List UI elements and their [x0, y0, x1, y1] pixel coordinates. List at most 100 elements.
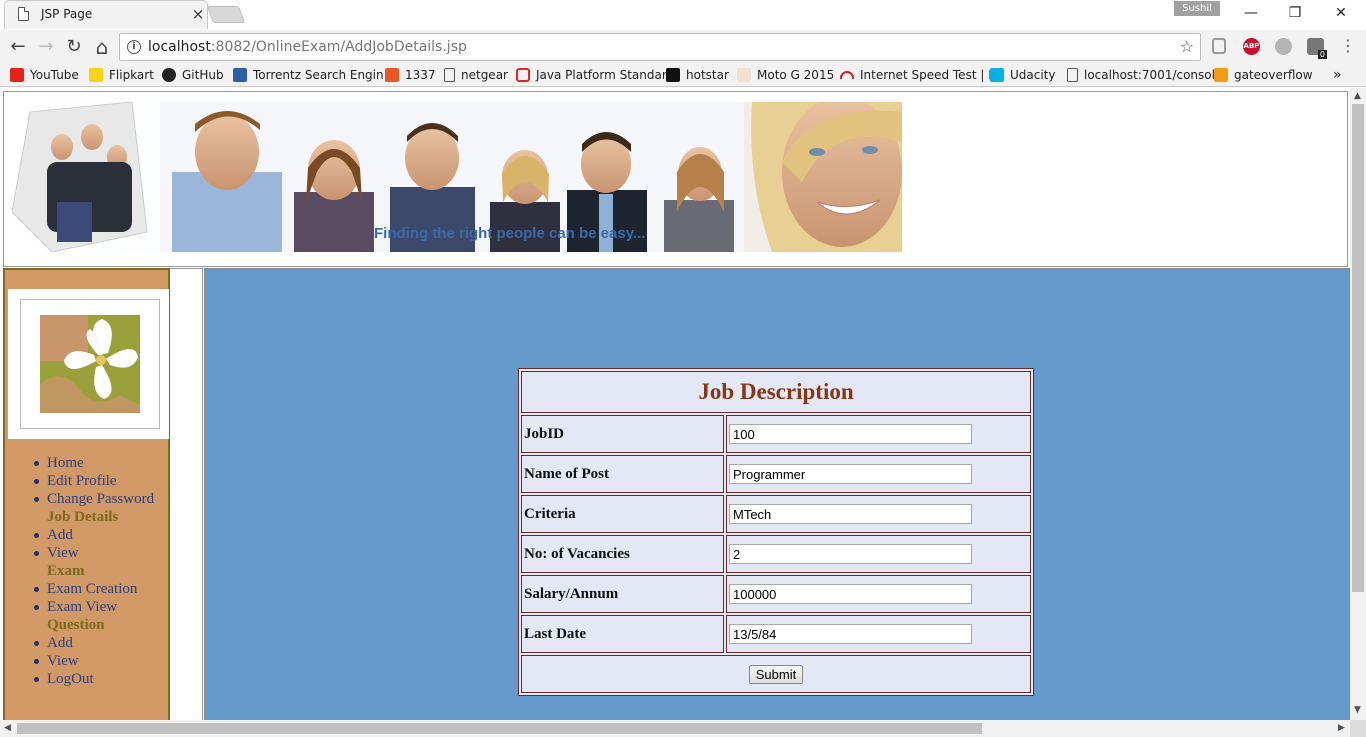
vertical-scroll-thumb[interactable] [1352, 104, 1364, 592]
sidebar-item-exam-view[interactable]: Exam View [33, 598, 154, 616]
flower-logo [40, 315, 140, 413]
bookmark-moto[interactable]: Moto G 2015 [737, 63, 834, 86]
field-label: No: of Vacancies [521, 535, 724, 573]
post-name-input[interactable] [729, 464, 972, 484]
field-label: Last Date [521, 615, 724, 653]
bookmark-1337[interactable]: 1337 [385, 63, 436, 86]
gateoverflow-icon [1214, 67, 1228, 82]
scroll-up-icon[interactable]: ▲ [1354, 91, 1361, 101]
xda-icon [737, 67, 751, 82]
torrentz-icon [233, 67, 247, 82]
jobid-input[interactable] [729, 424, 972, 444]
bookmark-label: Java Platform Standar [536, 67, 667, 82]
page-icon [1067, 67, 1078, 82]
speedometer-icon [840, 70, 854, 79]
sidebar-heading-question: Question [47, 617, 105, 633]
new-tab-button[interactable] [206, 6, 246, 23]
bookmark-netgear[interactable]: netgear [444, 63, 508, 86]
bookmark-label: Flipkart [109, 67, 154, 82]
url-text[interactable]: localhost:8082/OnlineExam/AddJobDetails.… [148, 34, 467, 60]
bookmark-youtube[interactable]: YouTube [10, 63, 79, 86]
bookmark-label: netgear [461, 67, 508, 82]
close-window-button[interactable]: ✕ [1318, 0, 1364, 26]
horizontal-scroll-thumb[interactable] [17, 723, 982, 734]
shield-extension-icon[interactable] [1212, 38, 1226, 54]
form-row-criteria: Criteria [521, 495, 1031, 533]
reload-button[interactable]: ↻ [61, 34, 87, 60]
browser-menu-icon[interactable]: ⋮ [1340, 36, 1356, 56]
home-button[interactable]: ⌂ [89, 34, 115, 60]
field-label: JobID [521, 415, 724, 453]
java-icon [516, 67, 530, 82]
bookmark-label: hotstar [686, 67, 729, 82]
submit-button[interactable]: Submit [748, 664, 804, 684]
back-button[interactable]: ← [5, 34, 31, 60]
minimize-button[interactable]: — [1228, 0, 1274, 26]
bookmark-star-icon[interactable]: ☆ [1180, 34, 1194, 60]
bookmark-localhost[interactable]: localhost:7001/consol [1067, 63, 1215, 86]
criteria-input[interactable] [729, 504, 972, 524]
bookmark-label: gateoverflow [1234, 67, 1313, 82]
bookmark-label: Torrentz Search Engin [253, 67, 384, 82]
bookmark-flipkart[interactable]: Flipkart [89, 63, 154, 86]
sidebar-item-question-view[interactable]: View [33, 652, 154, 670]
bookmark-label: Internet Speed Test | F [860, 67, 996, 82]
address-bar[interactable]: i localhost:8082/OnlineExam/AddJobDetail… [119, 33, 1201, 61]
main-content: Job Description JobID Name of Post Crite… [204, 268, 1350, 720]
logo-frame [20, 299, 160, 429]
bookmark-java[interactable]: Java Platform Standar [516, 63, 667, 86]
sidebar-item-question-add[interactable]: Add [33, 634, 154, 652]
bookmark-hotstar[interactable]: hotstar [666, 63, 729, 86]
field-label: Name of Post [521, 455, 724, 493]
bookmark-gateoverflow[interactable]: gateoverflow [1214, 63, 1313, 86]
extension-badge-icon[interactable]: 0 [1307, 38, 1327, 59]
page-icon [444, 67, 455, 82]
bookmark-label: localhost:7001/consol [1084, 67, 1215, 82]
udacity-icon [990, 67, 1004, 82]
sidebar-item-exam-creation[interactable]: Exam Creation [33, 580, 154, 598]
scroll-down-icon[interactable]: ▼ [1354, 705, 1361, 715]
group-photo [12, 102, 148, 252]
sidebar: Home Edit Profile Change Password Job De… [3, 268, 170, 720]
sidebar-item-edit-profile[interactable]: Edit Profile [33, 472, 154, 490]
vacancies-input[interactable] [729, 544, 972, 564]
sidebar-item-job-add[interactable]: Add [33, 526, 154, 544]
profile-badge[interactable]: Sushil [1174, 1, 1220, 16]
form-row-last-date: Last Date [521, 615, 1031, 653]
info-icon[interactable]: i [127, 40, 141, 54]
bookmark-speedtest[interactable]: Internet Speed Test | F [840, 63, 995, 86]
bookmark-label: 1337 [405, 67, 436, 82]
bookmark-udacity[interactable]: Udacity [990, 63, 1056, 86]
bookmark-github[interactable]: GitHub [162, 63, 224, 86]
url-path: :8082/OnlineExam/AddJobDetails.jsp [210, 39, 467, 55]
sidebar-item-job-view[interactable]: View [33, 544, 154, 562]
form-title: Job Description [521, 371, 1031, 413]
extension-icon[interactable] [1275, 38, 1292, 55]
banner-tagline: Finding the right people can be easy... [374, 225, 645, 242]
bookmarks-overflow-button[interactable]: » [1333, 63, 1342, 86]
bookmark-torrentz[interactable]: Torrentz Search Engin [233, 63, 384, 86]
scroll-left-icon[interactable]: ◀ [4, 723, 11, 733]
sidebar-item-logout[interactable]: LogOut [33, 670, 154, 688]
tab-close-icon[interactable]: × [188, 0, 208, 28]
maximize-button[interactable]: ❐ [1272, 0, 1318, 26]
horizontal-scrollbar[interactable]: ◀ ▶ [0, 720, 1350, 737]
sidebar-item-change-password[interactable]: Change Password [33, 490, 154, 508]
vertical-scrollbar[interactable]: ▲ ▼ [1350, 88, 1366, 720]
forward-button[interactable]: → [33, 34, 59, 60]
adblock-extension-icon[interactable]: ABP [1243, 38, 1260, 55]
sidebar-item-home[interactable]: Home [33, 454, 154, 472]
job-description-form: Job Description JobID Name of Post Crite… [518, 368, 1034, 696]
browser-toolbar: ← → ↻ ⌂ i localhost:8082/OnlineExam/AddJ… [0, 30, 1366, 63]
sidebar-nav: Home Edit Profile Change Password Job De… [33, 454, 154, 688]
bookmark-label: YouTube [30, 67, 79, 82]
url-host: localhost [148, 39, 211, 55]
bookmark-label: Udacity [1010, 67, 1056, 82]
form-row-vacancies: No: of Vacancies [521, 535, 1031, 573]
banner-image: Finding the right people can be easy... [12, 102, 902, 252]
scroll-right-icon[interactable]: ▶ [1338, 723, 1345, 733]
logo-box [8, 289, 169, 439]
hotstar-icon [666, 67, 680, 82]
last-date-input[interactable] [729, 624, 972, 644]
salary-input[interactable] [729, 584, 972, 604]
